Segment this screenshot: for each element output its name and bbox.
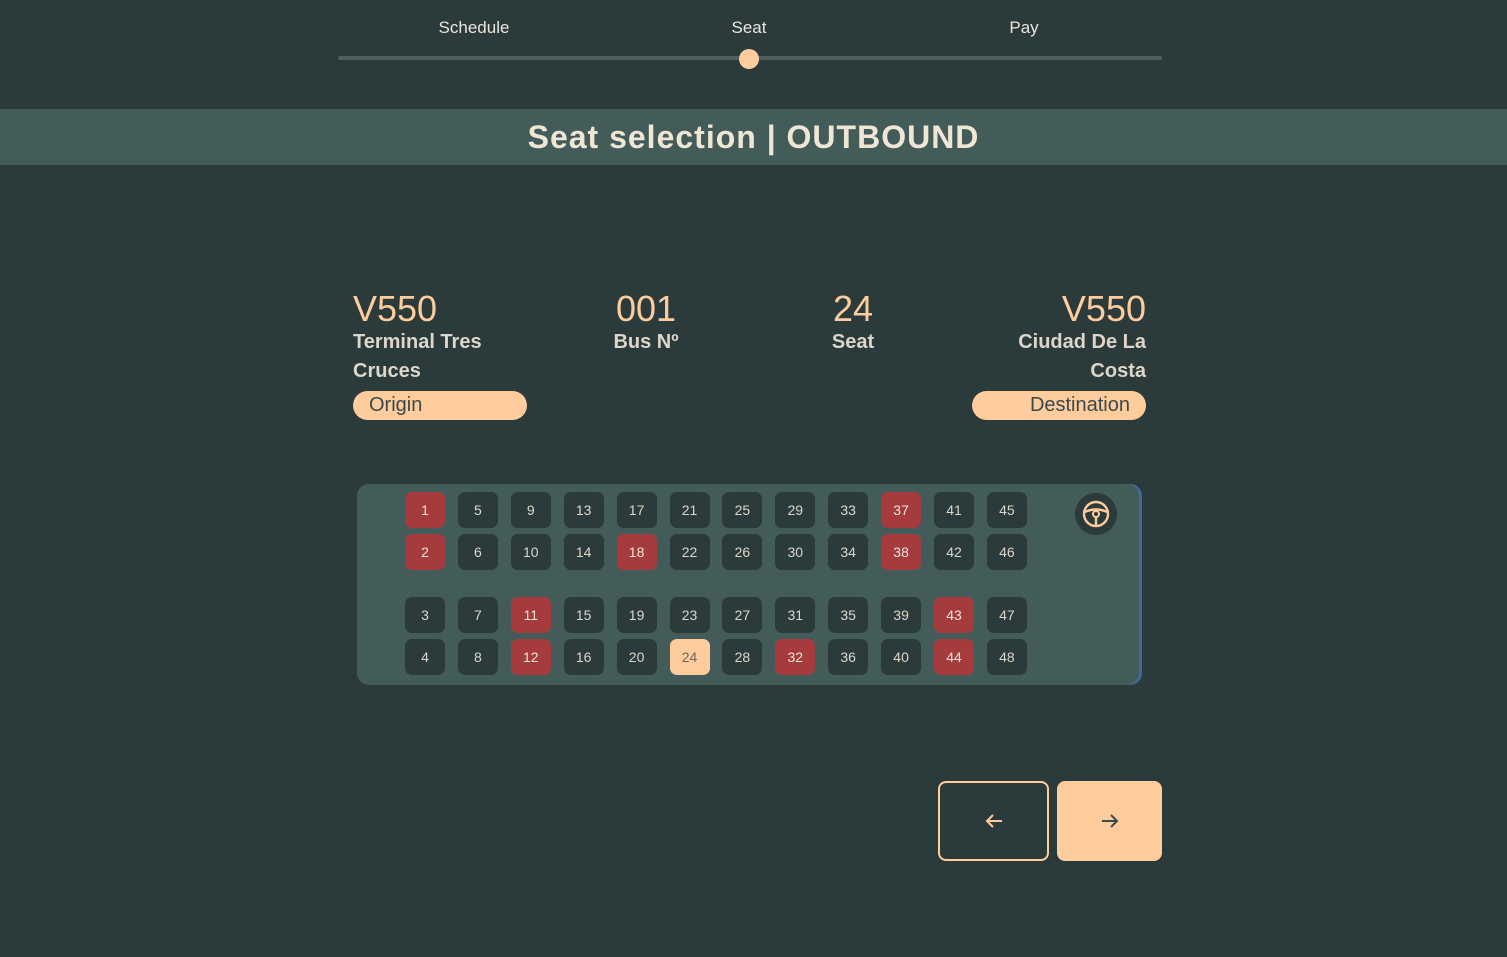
seat-11[interactable]: 11 [510,597,551,633]
seat-28[interactable]: 28 [722,639,763,675]
stepper-current-indicator[interactable] [739,49,759,69]
step-pay[interactable]: Pay [1009,18,1038,38]
seat-19[interactable]: 19 [616,597,657,633]
seat-1[interactable]: 1 [405,492,445,528]
seat-44[interactable]: 44 [934,639,974,675]
seat-21[interactable]: 21 [669,492,710,528]
seat-24[interactable]: 24 [669,639,710,675]
seat-41[interactable]: 41 [934,492,974,528]
seat-47[interactable]: 47 [986,597,1027,633]
bus-info: 001 Bus Nº [560,290,732,357]
destination-name: Ciudad De La Costa [1018,331,1146,382]
destination-code: V550 [1061,288,1146,329]
destination-info: V550 Ciudad De La Costa [972,290,1146,386]
seat-7[interactable]: 7 [457,597,498,633]
seat-39[interactable]: 39 [881,597,922,633]
origin-code: V550 [353,288,438,329]
seat-25[interactable]: 25 [722,492,763,528]
seat-22[interactable]: 22 [669,534,710,570]
seat-5[interactable]: 5 [457,492,498,528]
next-button[interactable] [1057,781,1162,861]
step-schedule[interactable]: Schedule [439,18,510,38]
seat-4[interactable]: 4 [405,639,445,675]
seat-30[interactable]: 30 [775,534,816,570]
seat-32[interactable]: 32 [775,639,816,675]
bus-number: 001 [615,288,677,329]
origin-info: V550 Terminal Tres Cruces [353,290,528,386]
seat-14[interactable]: 14 [563,534,604,570]
seat-12[interactable]: 12 [510,639,551,675]
step-seat[interactable]: Seat [732,18,767,38]
seat-26[interactable]: 26 [722,534,763,570]
seat-6[interactable]: 6 [457,534,498,570]
seat-38[interactable]: 38 [881,534,922,570]
seat-8[interactable]: 8 [457,639,498,675]
arrow-left-icon [985,814,1002,828]
bus-seat-map: 1 5 9 13 17 21 25 29 33 37 41 45 2 6 10 14 18 22 26 30 34 38 4… [357,484,1142,685]
seat-29[interactable]: 29 [775,492,816,528]
seat-15[interactable]: 15 [563,597,604,633]
destination-badge: Destination [972,391,1146,420]
seat-48[interactable]: 48 [986,639,1027,675]
seat-3[interactable]: 3 [405,597,445,633]
steering-wheel-icon [1075,493,1117,535]
seat-10[interactable]: 10 [510,534,551,570]
seat-43[interactable]: 43 [934,597,974,633]
seat-40[interactable]: 40 [881,639,922,675]
seat-46[interactable]: 46 [986,534,1027,570]
seat-info: 24 Seat [800,290,906,357]
seat-number: 24 [832,288,874,329]
seat-2[interactable]: 2 [405,534,445,570]
seat-17[interactable]: 17 [616,492,657,528]
seat-label: Seat [831,331,875,353]
seat-42[interactable]: 42 [934,534,974,570]
seat-34[interactable]: 34 [828,534,869,570]
seat-27[interactable]: 27 [722,597,763,633]
seat-31[interactable]: 31 [775,597,816,633]
seat-13[interactable]: 13 [563,492,604,528]
seat-16[interactable]: 16 [563,639,604,675]
origin-name: Terminal Tres Cruces [353,331,482,382]
progress-stepper: Schedule Seat Pay [338,0,1162,80]
seat-35[interactable]: 35 [828,597,869,633]
seat-33[interactable]: 33 [828,492,869,528]
seat-20[interactable]: 20 [616,639,657,675]
seat-45[interactable]: 45 [986,492,1027,528]
back-button[interactable] [938,781,1049,861]
seat-9[interactable]: 9 [510,492,551,528]
page-header: Seat selection | OUTBOUND [0,109,1507,165]
origin-badge: Origin [353,391,527,420]
seat-37[interactable]: 37 [881,492,922,528]
page-title: Seat selection | OUTBOUND [527,118,980,155]
seat-18[interactable]: 18 [616,534,657,570]
seat-36[interactable]: 36 [828,639,869,675]
arrow-right-icon [1101,814,1118,828]
seat-23[interactable]: 23 [669,597,710,633]
bus-label: Bus Nº [613,331,679,353]
